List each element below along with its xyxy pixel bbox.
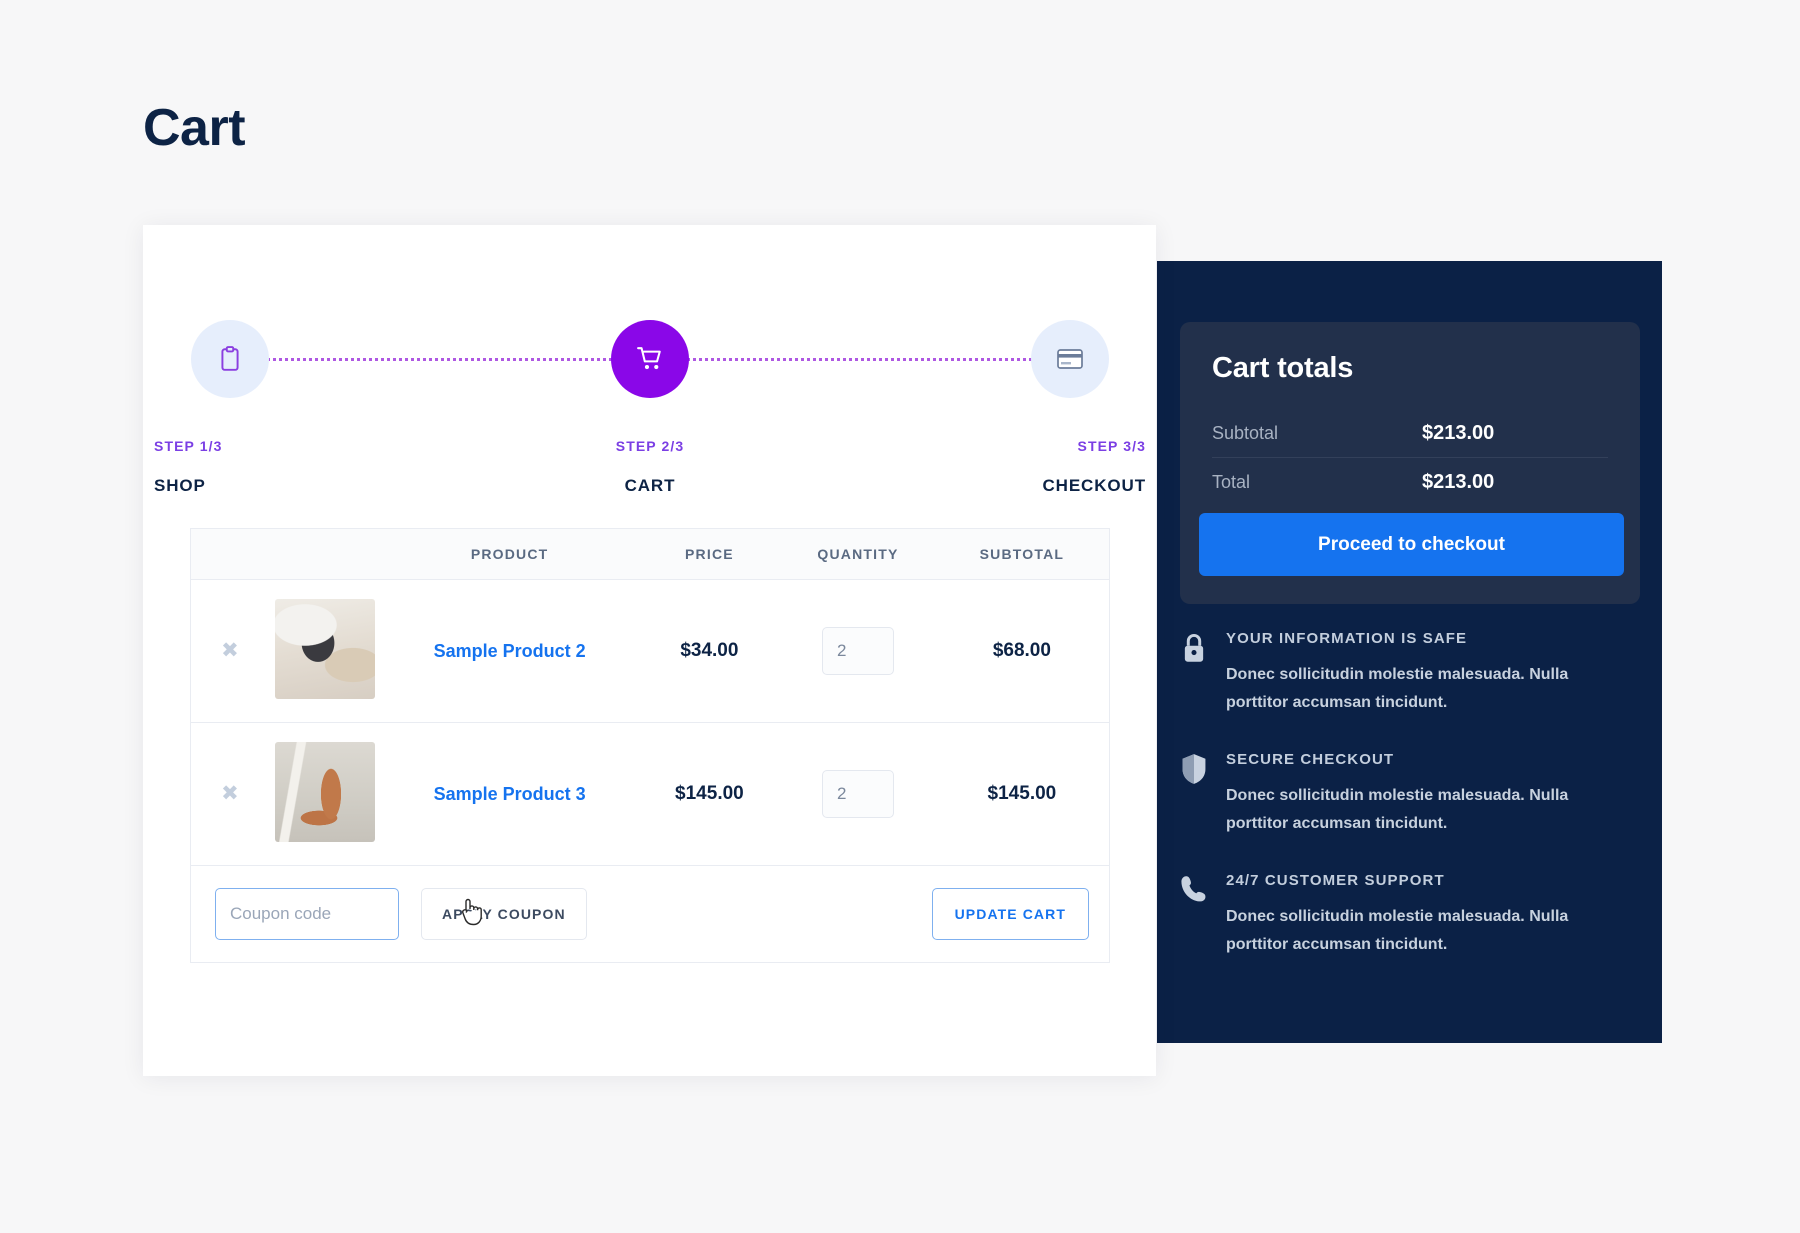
table-row: ✖ Sample Product 3 $145.00 $145.00 [190,722,1110,866]
cart-items-table: PRODUCT PRICE QUANTITY SUBTOTAL ✖ Sample… [190,528,1110,963]
product-price: $34.00 [680,640,739,661]
product-subtotal: $145.00 [987,783,1057,804]
phone-icon [1180,872,1226,959]
quantity-cell [781,579,935,723]
totals-row-total: Total $213.00 [1212,458,1608,506]
trust-badge-title: SECURE CHECKOUT [1226,751,1395,768]
quantity-input[interactable] [821,770,894,818]
col-quantity: QUANTITY [781,528,935,580]
clipboard-icon[interactable] [191,320,269,398]
table-header-row: PRODUCT PRICE QUANTITY SUBTOTAL [190,528,1110,580]
col-product: PRODUCT [381,528,638,580]
quantity-input[interactable] [821,627,894,675]
subtotal-cell: $145.00 [934,722,1110,866]
trust-badge-title: YOUR INFORMATION IS SAFE [1226,630,1468,647]
quantity-cell [781,722,935,866]
credit-card-icon[interactable] [1031,320,1109,398]
update-cart-cell: UPDATE CART [781,865,1110,963]
total-value: $213.00 [1422,470,1495,493]
shield-icon [1180,751,1226,838]
cart-totals-heading: Cart totals [1212,352,1354,384]
product-thumbnail[interactable] [275,741,376,842]
trust-badge-customer-support: 24/7 CUSTOMER SUPPORT Donec sollicitudin… [1180,872,1630,959]
update-cart-button[interactable]: UPDATE CART [931,888,1089,940]
remove-item-icon[interactable]: ✖ [221,783,239,804]
thumbnail-cell [268,722,382,866]
product-subtotal: $68.00 [992,640,1051,661]
trust-badges: YOUR INFORMATION IS SAFE Donec sollicitu… [1180,630,1630,993]
totals-row-subtotal: Subtotal $213.00 [1212,409,1608,458]
total-label: Total [1212,471,1251,492]
apply-coupon-button[interactable]: APPLY COUPON [421,888,587,940]
product-cell: Sample Product 3 [381,722,638,866]
coupon-input[interactable] [215,888,399,940]
page-title: Cart [143,99,246,157]
lock-icon [1180,630,1226,717]
product-thumbnail[interactable] [275,598,376,699]
step-shop[interactable]: STEP 1/3 SHOP [150,320,310,496]
product-price: $145.00 [675,783,744,804]
price-cell: $145.00 [637,722,782,866]
subtotal-cell: $68.00 [934,579,1110,723]
remove-item-icon[interactable]: ✖ [221,640,239,661]
col-thumbnail [268,528,382,580]
step-number: STEP 2/3 [615,438,685,454]
product-link[interactable]: Sample Product 2 [434,641,586,661]
step-name: CART [624,476,676,495]
remove-cell: ✖ [190,579,269,723]
trust-badge-text: Donec sollicitudin molestie malesuada. N… [1226,787,1569,832]
trust-badge-information-safe: YOUR INFORMATION IS SAFE Donec sollicitu… [1180,630,1630,717]
proceed-to-checkout-button[interactable]: Proceed to checkout [1199,513,1624,576]
remove-cell: ✖ [190,722,269,866]
coupon-cell: APPLY COUPON [190,865,782,963]
subtotal-value: $213.00 [1422,421,1495,444]
table-row: ✖ Sample Product 2 $34.00 $68.00 [190,579,1110,723]
product-link[interactable]: Sample Product 3 [434,784,586,804]
col-price: PRICE [637,528,782,580]
coupon-row: APPLY COUPON UPDATE CART [190,865,1110,963]
price-cell: $34.00 [637,579,782,723]
step-number: STEP 1/3 [154,438,223,454]
thumbnail-cell [268,579,382,723]
checkout-steps: STEP 1/3 SHOP STEP 2/3 CART STEP 3/3 CHE… [154,320,1145,495]
subtotal-label: Subtotal [1212,422,1279,443]
step-name: CHECKOUT [1042,476,1146,495]
col-remove [190,528,269,580]
trust-badge-secure-checkout: SECURE CHECKOUT Donec sollicitudin moles… [1180,751,1630,838]
step-checkout[interactable]: STEP 3/3 CHECKOUT [990,320,1150,496]
trust-badge-text: Donec sollicitudin molestie malesuada. N… [1226,666,1569,711]
step-cart[interactable]: STEP 2/3 CART [570,320,730,496]
step-number: STEP 3/3 [1077,438,1146,454]
product-cell: Sample Product 2 [381,579,638,723]
trust-badge-text: Donec sollicitudin molestie malesuada. N… [1226,908,1569,953]
step-name: SHOP [154,476,206,495]
shopping-cart-icon[interactable] [611,320,689,398]
trust-badge-title: 24/7 CUSTOMER SUPPORT [1226,872,1445,889]
col-subtotal: SUBTOTAL [934,528,1110,580]
